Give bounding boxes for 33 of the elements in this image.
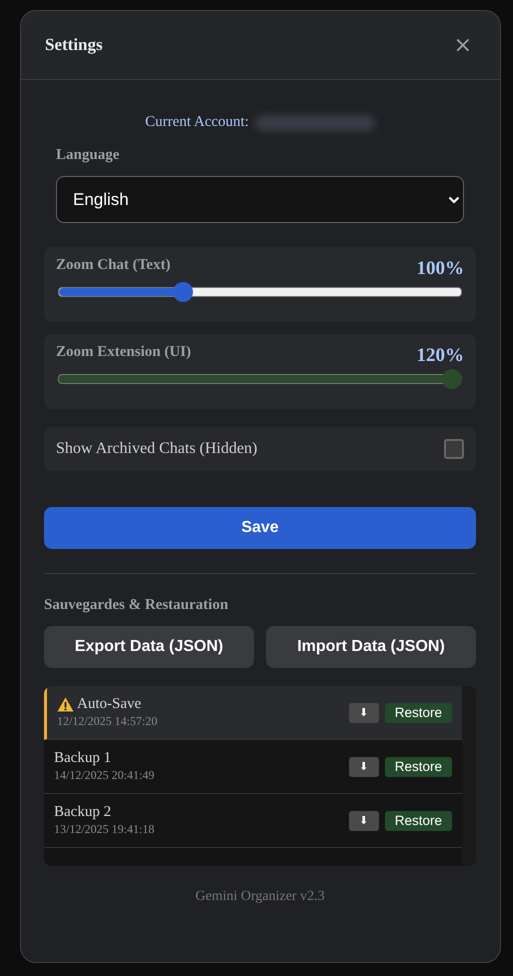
restore-button[interactable]: Restore: [384, 810, 452, 830]
chevron-icon: [448, 196, 460, 204]
language-select[interactable]: English: [56, 176, 464, 223]
language-label: Language: [56, 147, 120, 164]
restore-button[interactable]: Restore: [384, 756, 452, 776]
zoom-slider[interactable]: [58, 282, 462, 302]
restore-button[interactable]: Restore: [384, 702, 452, 722]
backup-name: Backup 2: [54, 804, 112, 821]
slider-value: 100%: [416, 258, 464, 280]
download-button[interactable]: ⬇: [348, 810, 379, 830]
export-button[interactable]: Export Data (JSON): [44, 626, 254, 668]
close-button[interactable]: ×: [450, 32, 476, 58]
section-title: Sauvegardes & Restauration: [44, 597, 230, 614]
dialog-title: Settings: [45, 35, 103, 55]
version-label: Gemini Organizer v2.3: [194, 889, 326, 905]
backup-date: 12/12/2025 14:57:20: [57, 714, 158, 729]
zoom-slider[interactable]: [58, 369, 462, 389]
archived-label: Show Archived Chats (Hidden): [56, 440, 258, 458]
save-button[interactable]: Save: [44, 507, 476, 549]
backup-name: Auto-Save: [77, 696, 142, 713]
slider-label: Zoom Chat (Text): [56, 257, 170, 274]
warning-icon: [57, 697, 74, 712]
import-button[interactable]: Import Data (JSON): [266, 626, 476, 668]
slider-value: 120%: [416, 345, 464, 367]
archived-checkbox[interactable]: [444, 439, 464, 459]
account-label: Current Account:: [145, 114, 249, 131]
backup-name: Backup 1: [54, 750, 112, 767]
scrollbar-track[interactable]: [462, 686, 476, 866]
backup-date: 14/12/2025 20:41:49: [54, 768, 156, 783]
download-button[interactable]: ⬇: [348, 756, 379, 776]
slider-label: Zoom Extension (UI): [56, 344, 192, 361]
backup-date: 13/12/2025 19:41:18: [54, 822, 156, 837]
download-button[interactable]: ⬇: [348, 702, 379, 722]
